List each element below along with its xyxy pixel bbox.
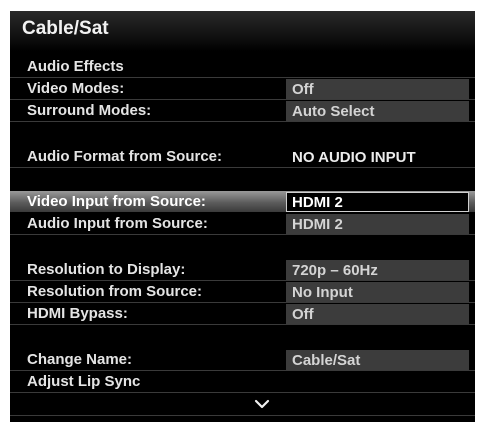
menu-item-label: Video Input from Source: [27, 193, 206, 210]
menu-item-label: Resolution to Display: [27, 261, 186, 278]
audio-input-value[interactable]: HDMI 2 [286, 214, 469, 234]
menu-item-label: Surround Modes: [27, 102, 152, 119]
video-input-value[interactable]: HDMI 2 [286, 192, 469, 212]
menu-item-video-input[interactable]: Video Input from Source: HDMI 2 [10, 191, 475, 212]
menu-item-hdmi-bypass[interactable]: HDMI Bypass: Off [10, 303, 475, 325]
menu-item-label: Video Modes: [27, 80, 125, 97]
osd-menu-screen: Cable/Sat Audio Effects Video Modes: Off… [10, 11, 475, 422]
menu-item-label: Resolution from Source: [27, 283, 203, 300]
menu-item-change-name[interactable]: Change Name: Cable/Sat [10, 349, 475, 371]
video-modes-value[interactable]: Off [286, 79, 469, 99]
chevron-down-icon[interactable] [254, 397, 270, 411]
menu-item-label: Change Name: [27, 351, 133, 368]
menu-title: Cable/Sat [22, 18, 109, 39]
value-text: Auto Select [292, 103, 375, 120]
resolution-display-value[interactable]: 720p – 60Hz [286, 260, 469, 280]
audio-format-value: NO AUDIO INPUT [286, 147, 469, 167]
menu-item-audio-format: Audio Format from Source: NO AUDIO INPUT [10, 146, 475, 168]
title-bar: Cable/Sat [10, 11, 475, 51]
menu-item-video-modes[interactable]: Video Modes: Off [10, 78, 475, 100]
menu-item-surround-modes[interactable]: Surround Modes: Auto Select [10, 100, 475, 122]
value-text: HDMI 2 [292, 216, 343, 233]
menu-item-resolution-source: Resolution from Source: No Input [10, 281, 475, 303]
hdmi-bypass-value[interactable]: Off [286, 304, 469, 324]
divider [10, 415, 475, 416]
menu-item-adjust-lip-sync[interactable]: Adjust Lip Sync [10, 371, 475, 393]
value-text: 720p – 60Hz [292, 262, 378, 279]
resolution-source-value: No Input [286, 282, 469, 302]
menu-item-label: Audio Format from Source: [27, 148, 223, 165]
value-text: Cable/Sat [292, 352, 361, 369]
value-text: No Input [292, 284, 353, 301]
menu-item-label: Audio Input from Source: [27, 215, 208, 232]
surround-modes-value[interactable]: Auto Select [286, 101, 469, 121]
menu-item-label: HDMI Bypass: [27, 305, 128, 322]
value-text: Off [292, 81, 314, 98]
menu-item-resolution-display[interactable]: Resolution to Display: 720p – 60Hz [10, 259, 475, 281]
value-text: Off [292, 306, 314, 323]
menu-item-label: Audio Effects [27, 58, 124, 75]
menu-item-audio-input[interactable]: Audio Input from Source: HDMI 2 [10, 213, 475, 235]
change-name-value[interactable]: Cable/Sat [286, 350, 469, 370]
value-text: NO AUDIO INPUT [292, 149, 416, 166]
value-text: HDMI 2 [292, 194, 343, 211]
menu-item-audio-effects[interactable]: Audio Effects [10, 56, 475, 78]
menu-item-label: Adjust Lip Sync [27, 373, 141, 390]
